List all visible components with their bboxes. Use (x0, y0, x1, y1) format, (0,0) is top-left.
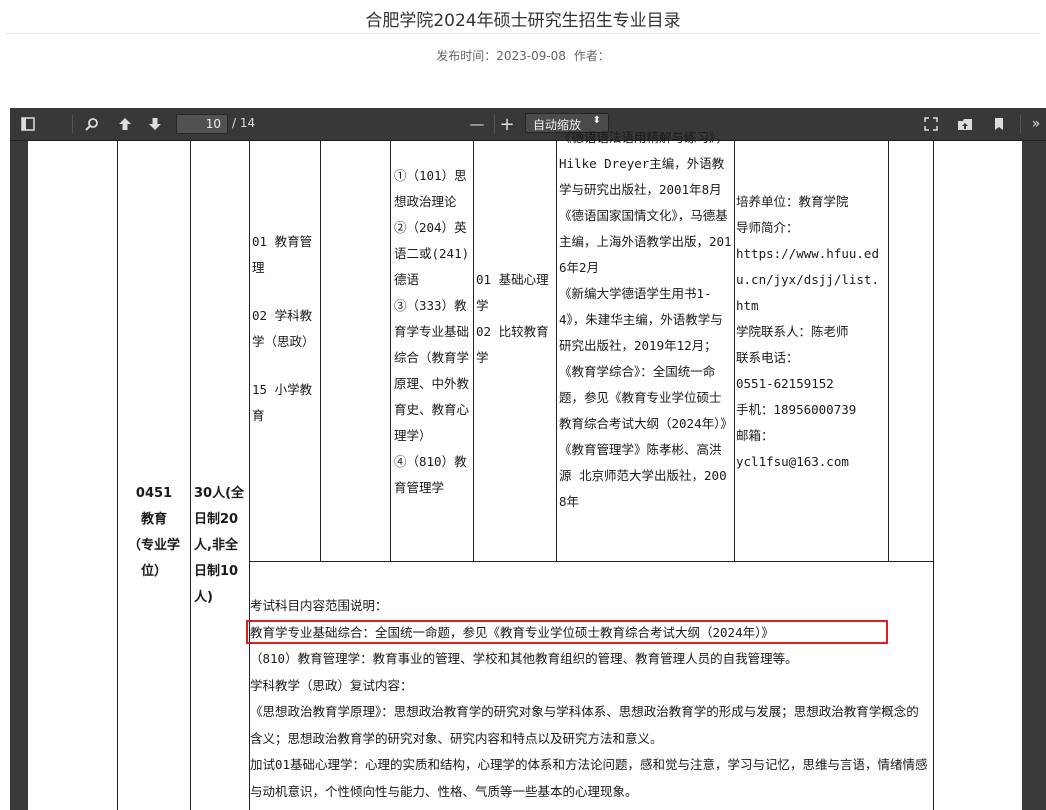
major-type: （专业学位） (127, 538, 180, 579)
major-cell: 0451 教育 （专业学位） (120, 481, 188, 585)
previous-page-icon[interactable] (114, 108, 136, 140)
note-line: 加试01基础心理学：心理的实质和结构，心理学的体系和方法论问题，感和觉与注意，学… (250, 757, 928, 799)
retest-subject: 02 比较教育学 (476, 324, 549, 365)
contact-line: 手机：18956000739 (736, 402, 857, 417)
toolbar-separator (1020, 115, 1021, 133)
directions-cell: 01 教育管理 02 学科教学（思政） 15 小学教育 (252, 229, 318, 429)
enrollment-cell: 30人(全日制20人,非全日制10人) (194, 486, 245, 605)
fullscreen-icon[interactable] (920, 108, 942, 140)
pdf-viewer: 10 / 14 — + 自动缩放 ⬍ » 0451 教育 （专业学位） 30人(… (10, 108, 1046, 810)
open-file-icon[interactable] (954, 108, 976, 140)
author-label: 作者： (573, 49, 610, 63)
toolbar-separator (72, 115, 73, 133)
article-meta: 发布时间：2023-09-08 作者： (0, 47, 1046, 64)
note-line: （810）教育管理学：教育事业的管理、学校和其他教育组织的管理、教育管理人员的自… (250, 651, 798, 666)
exam-subject: ②（204）英语二或(241)德语 (394, 220, 470, 287)
highlight-box (246, 620, 888, 644)
contact-line: 学院联系人：陈老师 (736, 324, 849, 339)
search-icon[interactable] (80, 108, 104, 140)
reference-item: 《德语语法语用精解与练习》，Hilke Dreyer主编，外语教学与研究出版社，… (559, 130, 728, 197)
pdf-toolbar: 10 / 14 — + 自动缩放 ⬍ » (10, 108, 1046, 141)
contact-link[interactable]: https://www.hfuu.edu.cn/jyx/dsjj/list.ht… (736, 241, 886, 319)
note-line: 《思想政治教育学原理》：思想政治教育学的研究对象与学科体系、思想政治教育学的形成… (250, 704, 919, 746)
contact-cell: 培养单位：教育学院 导师简介： https://www.hfuu.edu.cn/… (736, 189, 886, 475)
contact-line: 0551-62159152 (736, 376, 834, 391)
reference-item: 《新编大学德语学生用书1-4》，朱建华主编，外语教学与研究出版社，2019年12… (559, 286, 723, 353)
direction-item: 02 学科教学（思政） (252, 308, 315, 349)
major-name: 教育 (140, 512, 167, 527)
toolbar-separator (494, 115, 495, 133)
more-tools-icon[interactable]: » (1026, 108, 1046, 140)
bookmark-icon[interactable] (988, 108, 1010, 140)
exam-subjects-cell: ①（101）思想政治理论 ②（204）英语二或(241)德语 ③（333）教育学… (394, 163, 472, 501)
contact-line: 导师简介： (736, 220, 799, 235)
references-cell: 《德语语法语用精解与练习》，Hilke Dreyer主编，外语教学与研究出版社，… (559, 125, 733, 515)
pdf-page: 0451 教育 （专业学位） 30人(全日制20人,非全日制10人) 01 教育… (28, 130, 1022, 810)
page-number-input[interactable]: 10 (176, 114, 228, 134)
reference-item: 《教育学综合》：全国统一命题，参见《教育专业学位硕士教育综合考试大纲（2024年… (559, 364, 733, 431)
exam-subject: ④（810）教育管理学 (394, 454, 467, 495)
sidebar-toggle-icon[interactable] (16, 108, 40, 140)
direction-item: 01 教育管理 (252, 234, 313, 275)
retest-subjects-cell: 01 基础心理学 02 比较教育学 (476, 267, 556, 371)
next-page-icon[interactable] (144, 108, 166, 140)
note-line: 学科教学（思政）复试内容： (250, 677, 413, 693)
retest-subject: 01 基础心理学 (476, 272, 549, 313)
reference-item: 《教育管理学》陈孝彬、高洪源 北京师范大学出版社，2008年 (559, 442, 727, 509)
title-divider (6, 33, 1040, 34)
publish-date: 发布时间：2023-09-08 (436, 49, 566, 63)
reference-item: 《德语国家国情文化》，马德基主编，上海外语教学出版，2016年2月 (559, 208, 732, 275)
direction-item: 15 小学教育 (252, 382, 313, 423)
contact-line: 培养单位：教育学院 (736, 194, 849, 209)
contact-line: 邮箱： (736, 428, 774, 443)
page-title: 合肥学院2024年硕士研究生招生专业目录 (365, 11, 681, 31)
contact-line: 联系电话： (736, 350, 799, 365)
major-code: 0451 (135, 486, 173, 501)
contact-email: ycl1fsu@163.com (736, 454, 849, 469)
exam-subject: ①（101）思想政治理论 (394, 168, 467, 209)
page-count: / 14 (232, 116, 256, 130)
note-line: 考试科目内容范围说明： (250, 598, 388, 613)
zoom-out-button[interactable]: — (466, 108, 488, 140)
exam-subject: ③（333）教育学专业基础综合（教育学原理、中外教育史、教育心理学） (394, 298, 470, 443)
zoom-in-button[interactable]: + (496, 108, 518, 140)
